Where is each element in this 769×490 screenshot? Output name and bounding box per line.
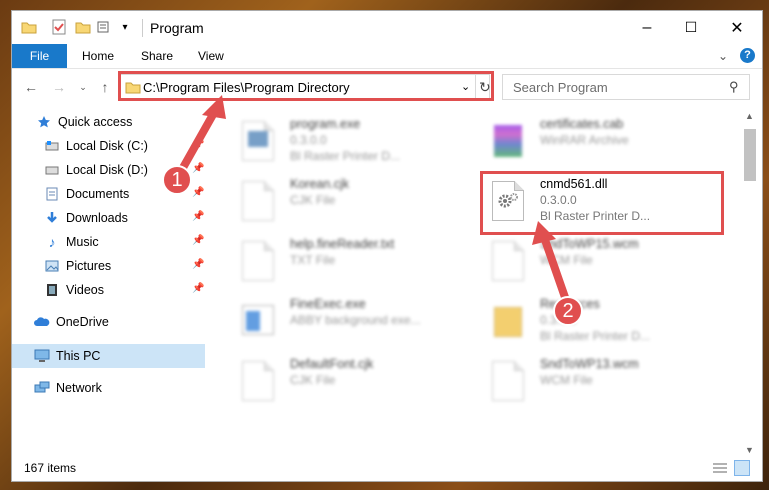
step-2-badge: 2 — [553, 296, 583, 326]
annotation-arrows — [176, 95, 571, 307]
arrow-1 — [176, 95, 226, 177]
arrow-2 — [532, 221, 571, 307]
step-1-badge: 1 — [162, 165, 192, 195]
explorer-window: ▾ Program – ☐ ✕ File Home Share View ⌄ ?… — [11, 10, 763, 482]
